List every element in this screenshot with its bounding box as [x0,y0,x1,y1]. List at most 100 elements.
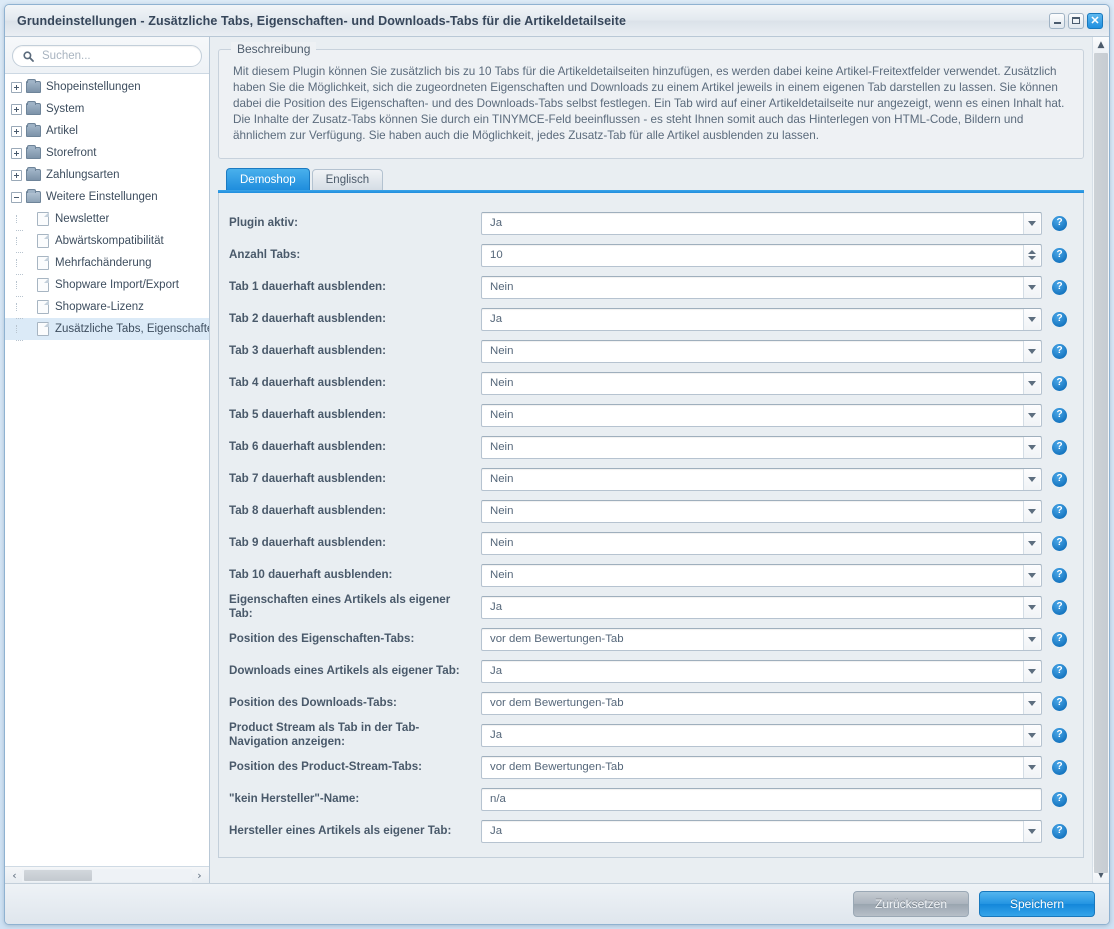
maximize-button[interactable] [1068,12,1084,29]
field-value[interactable]: Ja [482,665,1023,677]
help-icon[interactable]: ? [1052,727,1067,743]
expand-icon[interactable] [11,147,22,159]
field-value[interactable]: Ja [482,825,1023,837]
stepper-down-icon[interactable] [1028,256,1036,261]
help-icon[interactable]: ? [1052,599,1067,615]
help-icon[interactable]: ? [1052,471,1067,487]
tree-item-shopware-import-export[interactable]: Shopware Import/Export [5,274,209,297]
tree-item-shopeinstellungen[interactable]: Shopeinstellungen [5,76,209,98]
reset-button[interactable]: Zurücksetzen [853,891,969,917]
select-field[interactable]: Ja [481,723,1042,747]
select-field[interactable]: Ja [481,659,1042,683]
dropdown-trigger[interactable] [1023,724,1040,746]
select-field[interactable]: Nein [481,339,1042,363]
search-box[interactable] [12,45,202,67]
dropdown-trigger[interactable] [1023,628,1040,650]
tab-englisch[interactable]: Englisch [311,169,384,191]
expand-icon[interactable] [11,103,22,115]
select-field[interactable]: Ja [481,595,1042,619]
select-field[interactable]: Nein [481,403,1042,427]
expand-icon[interactable] [11,81,22,93]
help-icon[interactable]: ? [1052,343,1067,359]
help-icon[interactable]: ? [1052,823,1067,839]
tree-item-storefront[interactable]: Storefront [5,142,209,164]
scroll-right-icon[interactable]: › [192,868,207,883]
field-value[interactable]: Ja [482,601,1023,613]
select-field[interactable]: vor dem Bewertungen-Tab [481,755,1042,779]
text-field[interactable]: n/a [481,787,1042,811]
help-icon[interactable]: ? [1052,279,1067,295]
field-value[interactable]: 10 [482,249,1023,261]
help-icon[interactable]: ? [1052,215,1067,231]
field-value[interactable]: n/a [482,793,1041,805]
field-value[interactable]: Ja [482,729,1023,741]
dropdown-trigger[interactable] [1023,212,1040,234]
select-field[interactable]: Ja [481,819,1042,843]
field-value[interactable]: Nein [482,377,1023,389]
help-icon[interactable]: ? [1052,567,1067,583]
vscroll-thumb[interactable] [1094,53,1108,873]
field-value[interactable]: Nein [482,441,1023,453]
vscroll-track[interactable] [1093,53,1109,873]
tab-demoshop[interactable]: Demoshop [226,168,310,191]
field-value[interactable]: Nein [482,281,1023,293]
help-icon[interactable]: ? [1052,791,1067,807]
dropdown-trigger[interactable] [1023,564,1040,586]
dropdown-trigger[interactable] [1023,276,1040,298]
help-icon[interactable]: ? [1052,663,1067,679]
help-icon[interactable]: ? [1052,247,1067,263]
tree-item-abw-rtskompatibilit-t[interactable]: Abwärtskompatibilität [5,230,209,253]
field-value[interactable]: vor dem Bewertungen-Tab [482,633,1023,645]
number-field[interactable]: 10 [481,243,1042,267]
close-button[interactable]: ✕ [1087,12,1103,29]
hscroll-thumb[interactable] [24,869,92,881]
number-stepper[interactable] [1023,244,1040,266]
collapse-icon[interactable] [11,191,22,203]
select-field[interactable]: Nein [481,499,1042,523]
tree-item-weitere-einstellungen[interactable]: Weitere Einstellungen [5,186,209,208]
expand-icon[interactable] [11,169,22,181]
field-value[interactable]: Ja [482,313,1023,325]
dropdown-trigger[interactable] [1023,372,1040,394]
help-icon[interactable]: ? [1052,407,1067,423]
dropdown-trigger[interactable] [1023,756,1040,778]
dropdown-trigger[interactable] [1023,532,1040,554]
search-input[interactable] [40,49,191,63]
field-value[interactable]: vor dem Bewertungen-Tab [482,761,1023,773]
select-field[interactable]: Ja [481,307,1042,331]
tree-item-newsletter[interactable]: Newsletter [5,208,209,231]
hscroll-track[interactable] [22,868,192,882]
field-value[interactable]: Nein [482,473,1023,485]
scroll-up-icon[interactable]: ▲ [1093,37,1109,53]
field-value[interactable]: Nein [482,345,1023,357]
tree-item-system[interactable]: System [5,98,209,120]
dropdown-trigger[interactable] [1023,436,1040,458]
dropdown-trigger[interactable] [1023,340,1040,362]
field-value[interactable]: Nein [482,505,1023,517]
help-icon[interactable]: ? [1052,631,1067,647]
sidebar-horizontal-scrollbar[interactable]: ‹ › [5,866,209,883]
stepper-up-icon[interactable] [1028,250,1036,255]
dropdown-trigger[interactable] [1023,820,1040,842]
help-icon[interactable]: ? [1052,535,1067,551]
expand-icon[interactable] [11,125,22,137]
field-value[interactable]: Ja [482,217,1023,229]
help-icon[interactable]: ? [1052,695,1067,711]
select-field[interactable]: Nein [481,563,1042,587]
tree-item-zahlungsarten[interactable]: Zahlungsarten [5,164,209,186]
dropdown-trigger[interactable] [1023,404,1040,426]
dropdown-trigger[interactable] [1023,468,1040,490]
help-icon[interactable]: ? [1052,439,1067,455]
dropdown-trigger[interactable] [1023,596,1040,618]
select-field[interactable]: vor dem Bewertungen-Tab [481,627,1042,651]
select-field[interactable]: Nein [481,435,1042,459]
tree-item-zus-tzliche-tabs-eigenschafte[interactable]: Zusätzliche Tabs, Eigenschafte [5,318,209,341]
help-icon[interactable]: ? [1052,503,1067,519]
field-value[interactable]: Nein [482,569,1023,581]
minimize-button[interactable] [1049,12,1065,29]
dropdown-trigger[interactable] [1023,692,1040,714]
help-icon[interactable]: ? [1052,311,1067,327]
dropdown-trigger[interactable] [1023,500,1040,522]
field-value[interactable]: Nein [482,409,1023,421]
select-field[interactable]: vor dem Bewertungen-Tab [481,691,1042,715]
